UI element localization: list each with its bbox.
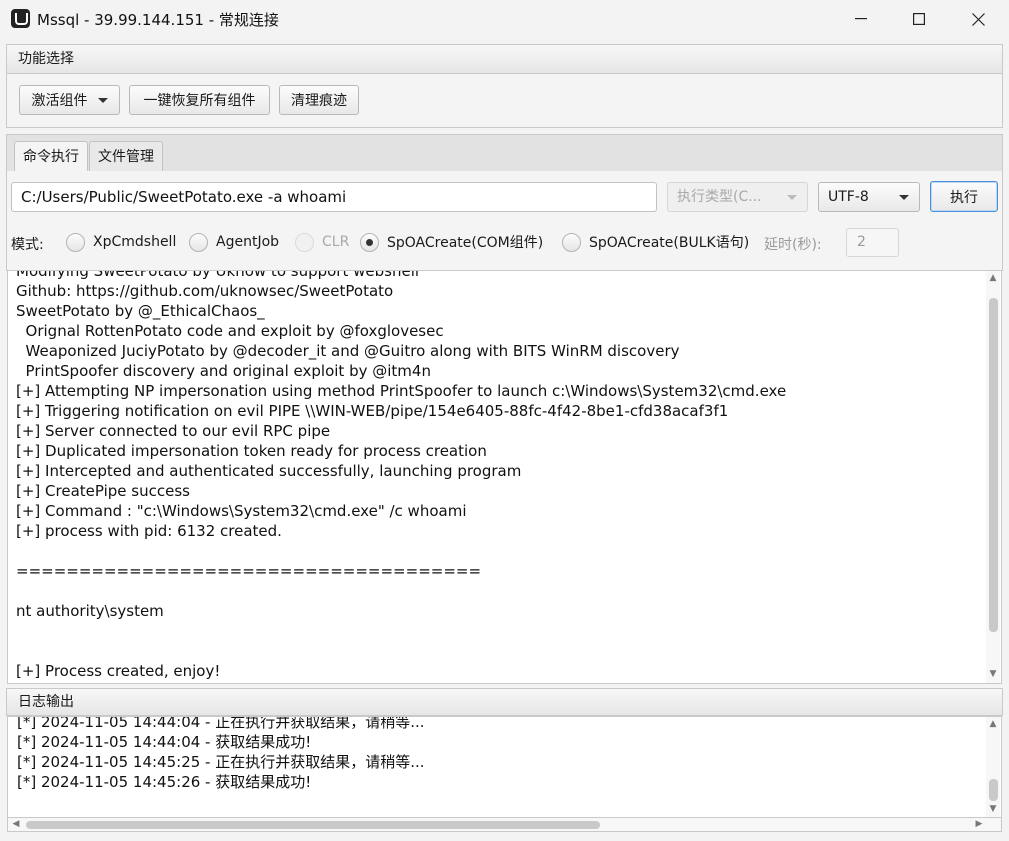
output-line: [+] Intercepted and authenticated succes…	[16, 462, 522, 480]
close-icon	[971, 12, 985, 26]
tab-file-management[interactable]: 文件管理	[89, 141, 163, 173]
minimize-button[interactable]	[832, 0, 890, 38]
exec-type-placeholder: 执行类型(C...	[677, 189, 762, 205]
radio-circle-icon	[562, 232, 581, 252]
output-line: Github: https://github.com/uknowsec/Swee…	[16, 282, 394, 300]
radio-circle-icon	[189, 232, 208, 252]
scroll-left-icon[interactable]: ◀	[11, 819, 21, 829]
radio-circle-icon	[295, 232, 314, 252]
command-output-area[interactable]: Modifying SweetPotato by Uknow to suppor…	[7, 270, 1002, 684]
restore-all-components-button[interactable]: 一键恢复所有组件	[129, 85, 270, 115]
output-line: [+] Attempting NP impersonation using me…	[16, 382, 787, 400]
scroll-up-icon[interactable]: ▲	[988, 273, 998, 283]
window-title: Mssql - 39.99.144.151 - 常规连接	[37, 11, 279, 29]
encoding-value: UTF-8	[828, 189, 869, 205]
output-line: [+] Triggering notification on evil PIPE…	[16, 402, 729, 420]
output-line: Weaponized JuciyPotato by @decoder_it an…	[16, 342, 680, 360]
log-hscroll-thumb[interactable]	[26, 821, 600, 829]
close-button[interactable]	[949, 0, 1007, 38]
command-input[interactable]: C:/Users/Public/SweetPotato.exe -a whoam…	[11, 182, 657, 212]
output-vertical-scrollbar[interactable]: ▲ ▼	[986, 271, 1000, 683]
minimize-icon	[855, 18, 867, 20]
encoding-select[interactable]: UTF-8	[818, 182, 920, 212]
tab-bar: 命令执行 文件管理	[6, 134, 1003, 174]
log-output-area[interactable]: [*] 2024-11-05 14:44:04 - 正在执行并获取结果，请稍等.…	[7, 716, 1002, 818]
log-horizontal-scrollbar[interactable]: ◀ ▶	[7, 818, 1002, 832]
radio-spoacreate-com-label: SpOACreate(COM组件)	[387, 235, 544, 251]
radio-circle-icon	[66, 232, 85, 252]
chevron-down-icon	[787, 195, 797, 200]
maximize-button[interactable]	[890, 0, 948, 38]
activate-component-label: 激活组件	[31, 93, 88, 109]
title-bar: Mssql - 39.99.144.151 - 常规连接	[0, 0, 1009, 38]
output-line: Orignal RottenPotato code and exploit by…	[16, 322, 444, 340]
output-line: [+] Server connected to our evil RPC pip…	[16, 422, 331, 440]
app-logo-icon	[11, 9, 30, 28]
output-scroll-thumb[interactable]	[989, 298, 998, 632]
radio-clr-label: CLR	[322, 234, 350, 250]
log-line: [*] 2024-11-05 14:44:04 - 正在执行并获取结果，请稍等.…	[17, 716, 425, 731]
function-section-header: 功能选择	[6, 44, 1003, 74]
output-line: Modifying SweetPotato by Uknow to suppor…	[16, 270, 420, 280]
chevron-down-icon	[899, 195, 909, 200]
log-output-text: [*] 2024-11-05 14:44:04 - 正在执行并获取结果，请稍等.…	[17, 716, 425, 792]
mode-row: 模式: XpCmdshell AgentJob CLR SpOACreate(C…	[0, 226, 1009, 258]
delay-label: 延时(秒):	[764, 237, 822, 253]
mode-label: 模式:	[11, 237, 44, 253]
scroll-right-icon[interactable]: ▶	[974, 819, 984, 829]
command-output-text: Modifying SweetPotato by Uknow to suppor…	[16, 270, 787, 681]
log-line: [*] 2024-11-05 14:45:25 - 正在执行并获取结果，请稍等.…	[17, 753, 425, 771]
scroll-down-icon[interactable]: ▼	[988, 669, 998, 679]
radio-agentjob-label: AgentJob	[216, 234, 280, 250]
log-vertical-scrollbar[interactable]: ▲ ▼	[986, 717, 1000, 817]
execute-button[interactable]: 执行	[930, 181, 998, 212]
radio-spoacreate-bulk[interactable]: SpOACreate(BULK语句)	[562, 230, 749, 254]
radio-spoacreate-com[interactable]: SpOACreate(COM组件)	[360, 230, 543, 254]
scroll-up-icon[interactable]: ▲	[988, 719, 998, 729]
output-line: [+] Process created, enjoy!	[16, 662, 221, 680]
radio-selected-icon	[360, 232, 379, 252]
maximize-icon	[913, 13, 925, 25]
output-line: [+] process with pid: 6132 created.	[16, 522, 282, 540]
tab-command-exec[interactable]: 命令执行	[14, 141, 88, 174]
scroll-down-icon[interactable]: ▼	[988, 804, 998, 814]
radio-agentjob[interactable]: AgentJob	[189, 230, 279, 254]
radio-xpcmdshell-label: XpCmdshell	[93, 234, 177, 250]
output-line: SweetPotato by @_EthicalChaos_	[16, 302, 265, 320]
radio-spoacreate-bulk-label: SpOACreate(BULK语句)	[589, 235, 750, 251]
output-line: [+] Duplicated impersonation token ready…	[16, 442, 487, 460]
output-line: =====================================	[16, 562, 482, 580]
log-scroll-thumb[interactable]	[989, 779, 998, 801]
output-line: PrintSpoofer discovery and original expl…	[16, 362, 431, 380]
radio-xpcmdshell[interactable]: XpCmdshell	[66, 230, 176, 254]
clean-traces-button[interactable]: 清理痕迹	[279, 85, 359, 115]
delay-input[interactable]: 2	[846, 228, 899, 257]
chevron-down-icon	[97, 97, 108, 103]
log-section-header: 日志输出	[6, 688, 1003, 716]
exec-type-select[interactable]: 执行类型(C...	[667, 182, 808, 212]
radio-clr[interactable]: CLR	[295, 230, 349, 254]
log-line: [*] 2024-11-05 14:44:04 - 获取结果成功!	[17, 733, 312, 751]
activate-component-button[interactable]: 激活组件	[19, 85, 120, 115]
output-line: nt authority\system	[16, 602, 164, 620]
output-line: [+] CreatePipe success	[16, 482, 190, 500]
function-panel: 激活组件 一键恢复所有组件 清理痕迹	[6, 73, 1003, 128]
output-line: [+] Command : "c:\Windows\System32\cmd.e…	[16, 502, 467, 520]
log-line: [*] 2024-11-05 14:45:26 - 获取结果成功!	[17, 773, 312, 791]
